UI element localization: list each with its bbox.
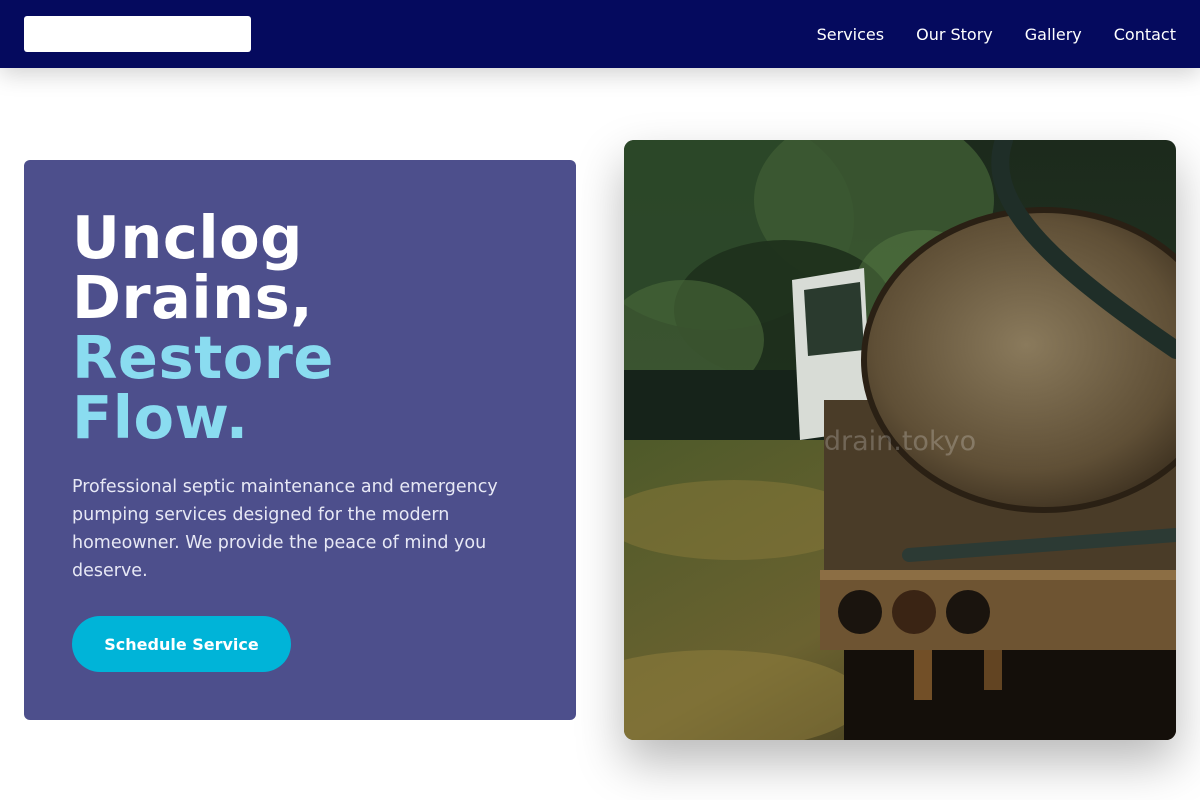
hero-card: Unclog Drains, Restore Flow. Professiona… (24, 160, 576, 720)
logo[interactable] (24, 16, 251, 52)
headline-line-4: Flow. (72, 383, 249, 452)
main-nav: Services Our Story Gallery Contact (817, 0, 1176, 68)
image-watermark: drain.tokyo (823, 426, 977, 457)
hero-description: Professional septic maintenance and emer… (72, 477, 498, 581)
nav-link-contact[interactable]: Contact (1114, 25, 1176, 44)
schedule-service-button[interactable]: Schedule Service (72, 616, 291, 672)
headline-line-3: Restore (72, 323, 334, 392)
headline-line-2: Drains, (72, 263, 314, 332)
headline-line-1: Unclog (72, 203, 303, 272)
top-navbar: Services Our Story Gallery Contact (0, 0, 1200, 68)
hero-photo: drain.tokyo (624, 140, 1176, 740)
nav-link-gallery[interactable]: Gallery (1025, 25, 1082, 44)
nav-link-our-story[interactable]: Our Story (916, 25, 993, 44)
hero-headline: Unclog Drains, Restore Flow. (72, 208, 512, 448)
nav-link-services[interactable]: Services (817, 25, 884, 44)
